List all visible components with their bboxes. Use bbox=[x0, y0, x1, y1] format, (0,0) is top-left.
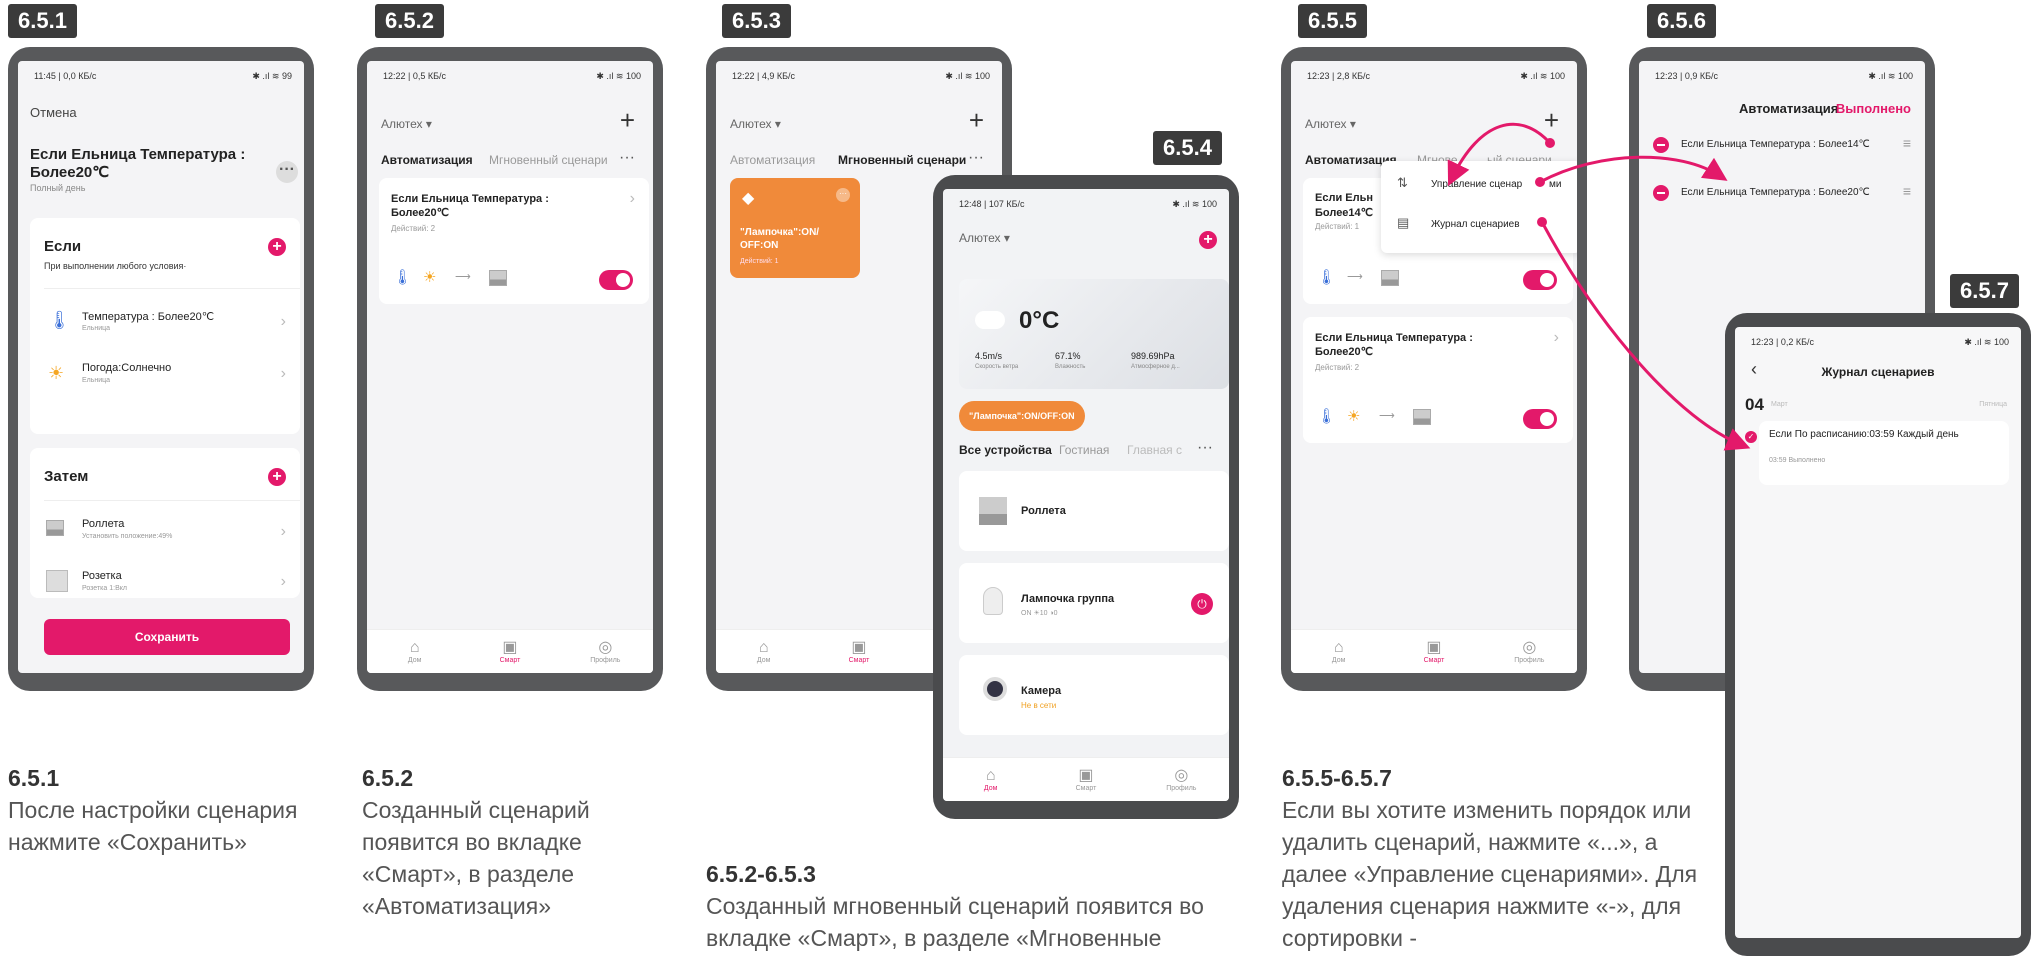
arrow-to-more bbox=[1447, 122, 1552, 187]
arrow-to-manage bbox=[1539, 155, 1728, 184]
arrow-to-journal bbox=[1540, 221, 1751, 451]
annotation-arrows bbox=[1447, 122, 1751, 451]
